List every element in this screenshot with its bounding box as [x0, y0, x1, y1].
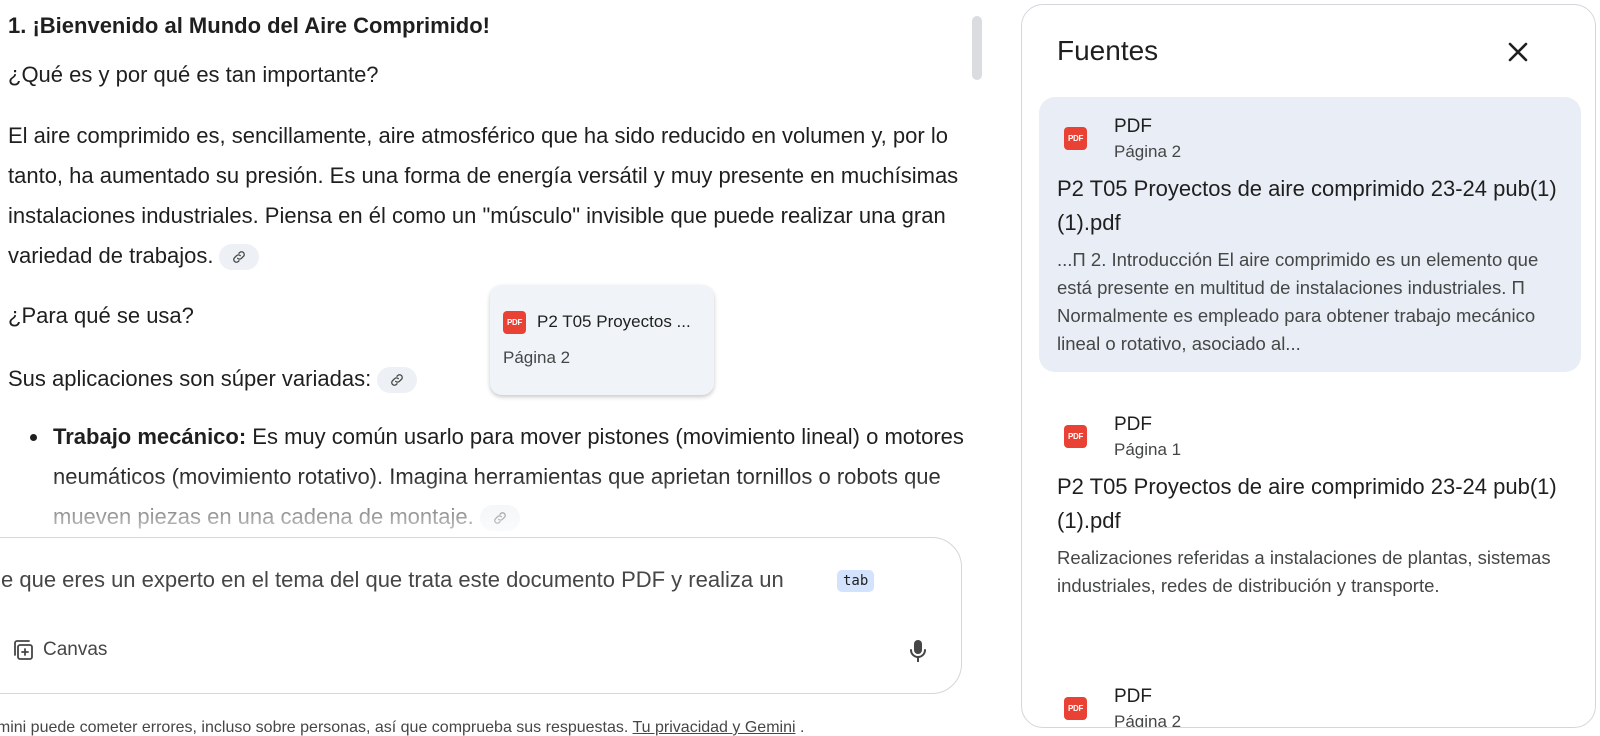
bullet-marker	[30, 434, 37, 441]
canvas-button[interactable]: Canvas	[11, 638, 107, 662]
intro-paragraph: El aire comprimido es, sencillamente, ai…	[8, 116, 968, 276]
intro-paragraph-text: El aire comprimido es, sencillamente, ai…	[8, 123, 959, 268]
canvas-add-icon	[14, 640, 33, 660]
source-title: P2 T05 Proyectos de aire comprimido 23-2…	[1057, 176, 1557, 235]
tooltip-source-title: P2 T05 Proyectos ...	[537, 312, 691, 331]
link-icon	[233, 251, 246, 264]
source-title: P2 T05 Proyectos de aire comprimido 23-2…	[1057, 474, 1557, 533]
microphone-icon[interactable]	[906, 638, 930, 664]
source-page: Página 2	[1114, 712, 1182, 728]
canvas-label: Canvas	[43, 639, 108, 660]
disclaimer-text: emini puede cometer errores, incluso sob…	[0, 719, 633, 736]
prompt-input-box[interactable]: e que eres un experto en el tema del que…	[0, 537, 962, 694]
citation-chip[interactable]	[219, 244, 260, 271]
source-type: PDF	[1114, 414, 1152, 435]
disclaimer-end: .	[795, 719, 805, 736]
prompt-input-text[interactable]: e que eres un experto en el tema del que…	[1, 567, 784, 593]
bullet-label: Trabajo mecánico:	[53, 424, 247, 449]
source-card[interactable]: PDF PDF Página 2 P2 T05 Proyectos de air…	[1039, 97, 1581, 372]
panel-title: Fuentes	[1057, 35, 1159, 66]
uses-paragraph-text: Sus aplicaciones son súper variadas:	[8, 366, 372, 391]
source-card[interactable]: PDF PDF Página 1 P2 T05 Proyectos de air…	[1039, 395, 1581, 640]
tab-key-hint: tab	[837, 570, 875, 592]
scrollbar-thumb[interactable]	[972, 16, 982, 80]
disclaimer: emini puede cometer errores, incluso sob…	[0, 719, 804, 736]
citation-chip[interactable]	[377, 367, 418, 394]
uses-paragraph: Sus aplicaciones son súper variadas:	[8, 359, 968, 399]
pdf-icon: PDF	[1064, 127, 1087, 150]
tooltip-source-page: Página 2	[503, 348, 571, 367]
source-type: PDF	[1114, 116, 1152, 137]
chat-response-area: 1. ¡Bienvenido al Mundo del Aire Comprim…	[0, 0, 990, 736]
subheading-what-is: ¿Qué es y por qué es tan importante?	[8, 62, 379, 87]
close-icon[interactable]	[1504, 38, 1532, 66]
source-tooltip-card[interactable]: PDF P2 T05 Proyectos ... Página 2	[490, 285, 714, 395]
subheading-uses: ¿Para qué se usa?	[8, 303, 194, 328]
source-snippet: ...Π 2. Introducción El aire comprimido …	[1057, 249, 1539, 354]
source-page: Página 2	[1114, 142, 1182, 161]
source-page: Página 1	[1114, 440, 1182, 459]
source-snippet: Realizaciones referidas a instalaciones …	[1057, 547, 1551, 596]
pdf-icon: PDF	[1064, 425, 1087, 448]
pdf-icon: PDF	[1064, 697, 1087, 720]
sources-panel: Fuentes PDF PDF Página 2 P2 T05 Proyecto…	[1021, 4, 1596, 728]
scroll-fade	[0, 470, 990, 540]
link-icon	[391, 374, 404, 387]
privacy-link[interactable]: Tu privacidad y Gemini	[633, 719, 796, 736]
section-heading: 1. ¡Bienvenido al Mundo del Aire Comprim…	[8, 13, 490, 38]
source-type: PDF	[1114, 686, 1152, 707]
pdf-icon: PDF	[503, 311, 526, 334]
source-card[interactable]: PDF PDF Página 2	[1039, 667, 1581, 728]
